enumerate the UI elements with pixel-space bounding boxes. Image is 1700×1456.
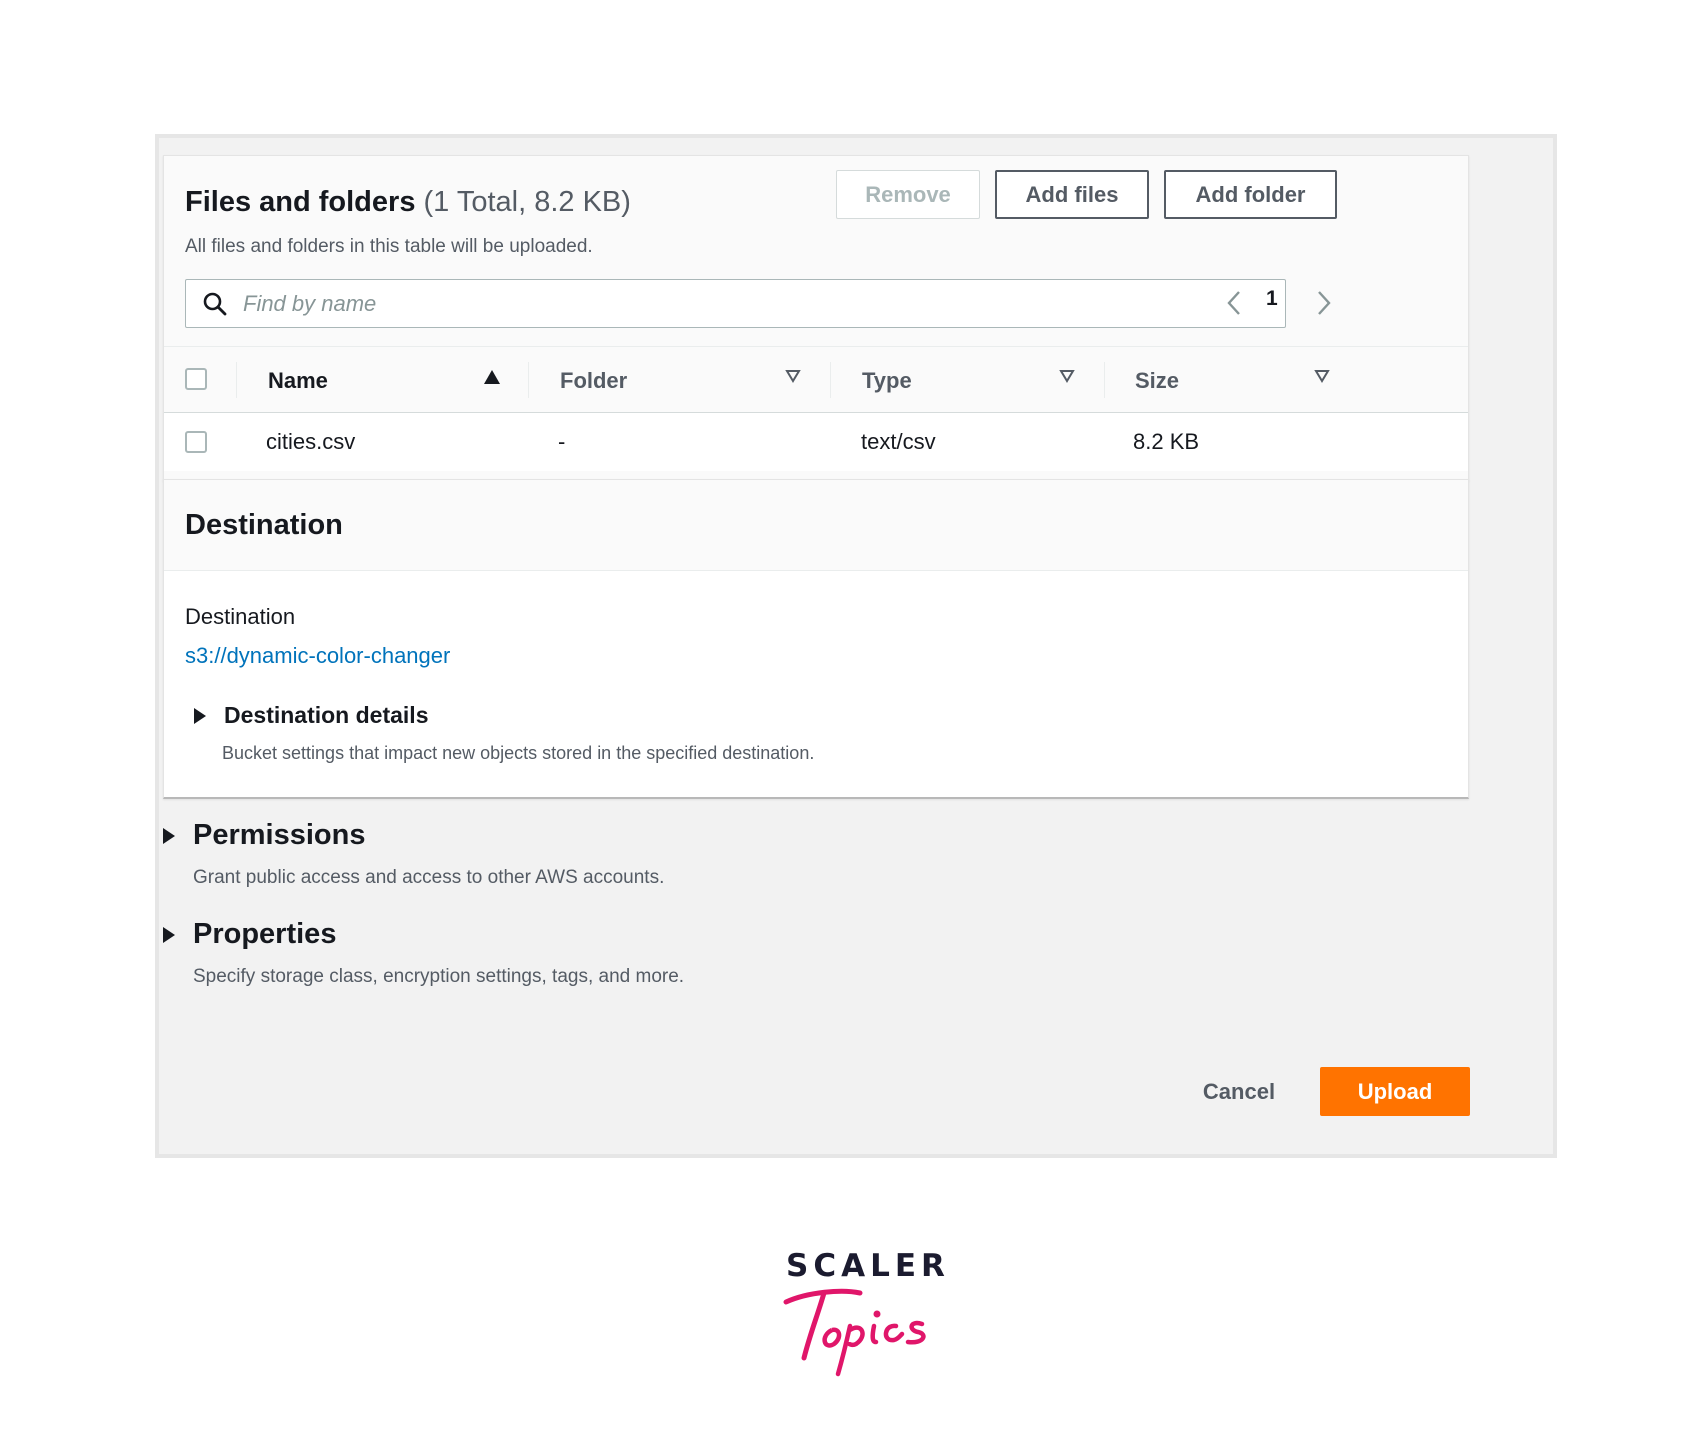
- search-input[interactable]: [241, 286, 1265, 322]
- properties-desc: Specify storage class, encryption settin…: [193, 966, 685, 987]
- page-number[interactable]: 1: [1266, 287, 1278, 311]
- upload-button[interactable]: Upload: [1320, 1067, 1470, 1116]
- sort-icon[interactable]: [1314, 369, 1330, 383]
- table-header: Name Folder Type Size: [164, 346, 1468, 413]
- sort-icon[interactable]: [1059, 369, 1075, 383]
- destination-title: Destination: [185, 509, 343, 541]
- column-header-folder[interactable]: Folder: [560, 368, 627, 394]
- cancel-button[interactable]: Cancel: [1184, 1068, 1294, 1116]
- table-row[interactable]: cities.csv - text/csv 8.2 KB: [164, 413, 1468, 471]
- destination-panel: Destination Destination s3://dynamic-col…: [163, 479, 1469, 799]
- cell-name: cities.csv: [266, 429, 356, 454]
- permissions-desc: Grant public access and access to other …: [193, 867, 665, 888]
- column-divider: [528, 362, 529, 398]
- caret-right-icon: [163, 827, 175, 844]
- sort-icon[interactable]: [785, 369, 801, 383]
- files-panel-title: Files and folders (1 Total, 8.2 KB): [185, 186, 631, 219]
- destination-details-toggle[interactable]: Destination details: [194, 702, 428, 729]
- permissions-toggle[interactable]: Permissions: [163, 819, 365, 852]
- scaler-topics-logo: SCALER: [780, 1248, 945, 1378]
- column-divider: [830, 362, 831, 398]
- search-icon: [203, 292, 227, 316]
- remove-button[interactable]: Remove: [836, 170, 980, 219]
- files-count: (1 Total, 8.2 KB): [423, 186, 631, 218]
- column-header-name[interactable]: Name: [268, 368, 328, 394]
- sort-ascending-icon[interactable]: [483, 369, 501, 385]
- logo-script-graphic: [783, 1288, 926, 1377]
- caret-right-icon: [163, 926, 175, 943]
- column-header-type[interactable]: Type: [862, 368, 912, 394]
- cell-type: text/csv: [861, 429, 936, 454]
- permissions-title: Permissions: [193, 819, 366, 851]
- files-panel-title-text: Files and folders: [185, 186, 416, 218]
- caret-right-icon: [194, 707, 206, 724]
- properties-title: Properties: [193, 918, 337, 950]
- destination-label: Destination: [185, 604, 296, 629]
- search-box: [185, 279, 1286, 328]
- cell-size: 8.2 KB: [1133, 429, 1200, 454]
- files-panel-subtitle: All files and folders in this table will…: [185, 236, 593, 257]
- destination-details-desc: Bucket settings that impact new objects …: [222, 743, 815, 763]
- logo-wordmark: SCALER: [786, 1248, 950, 1284]
- add-folder-button[interactable]: Add folder: [1164, 170, 1337, 219]
- column-divider: [1104, 362, 1105, 398]
- add-files-button[interactable]: Add files: [995, 170, 1149, 219]
- row-checkbox[interactable]: [185, 431, 207, 453]
- upload-page: Files and folders (1 Total, 8.2 KB) All …: [155, 134, 1557, 1158]
- destination-header: Destination: [164, 480, 1468, 571]
- properties-toggle[interactable]: Properties: [163, 918, 336, 951]
- chevron-left-icon[interactable]: [1226, 290, 1242, 316]
- chevron-right-icon[interactable]: [1316, 290, 1332, 316]
- column-header-size[interactable]: Size: [1135, 368, 1179, 394]
- destination-link[interactable]: s3://dynamic-color-changer: [185, 643, 450, 669]
- destination-details-title: Destination details: [224, 702, 429, 728]
- cell-folder: -: [558, 429, 566, 454]
- select-all-checkbox[interactable]: [185, 368, 207, 390]
- files-and-folders-panel: Files and folders (1 Total, 8.2 KB) All …: [163, 155, 1469, 481]
- column-divider: [236, 362, 237, 398]
